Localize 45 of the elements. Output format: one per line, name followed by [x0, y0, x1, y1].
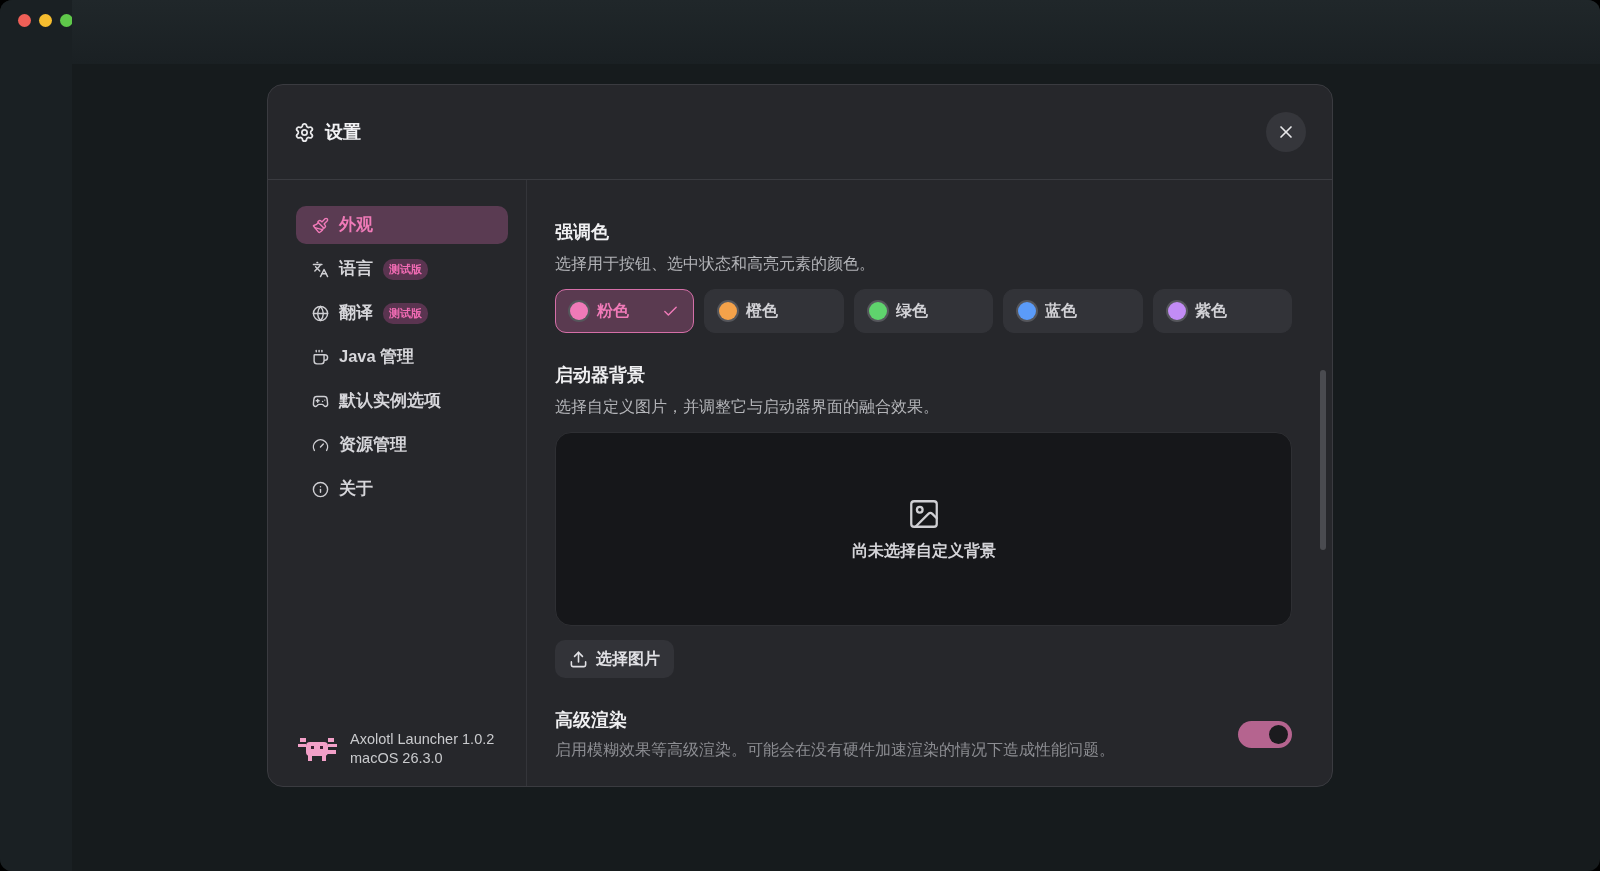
globe-icon [312, 304, 329, 322]
section-description: 选择自定义图片，并调整它与启动器界面的融合效果。 [555, 397, 940, 417]
sidebar-item-label: 语言 [339, 258, 373, 279]
info-icon [312, 480, 329, 498]
gauge-icon [312, 436, 329, 454]
sidebar-item-label: 默认实例选项 [339, 390, 441, 411]
sidebar-item-label: 外观 [339, 214, 373, 235]
sidebar-item[interactable]: 翻译 测试版 [296, 294, 508, 332]
empty-background-text: 尚未选择自定义背景 [851, 540, 996, 561]
beta-badge: 测试版 [383, 258, 428, 280]
section-title: 强调色 [555, 221, 610, 244]
toggle-switch[interactable] [1238, 721, 1292, 748]
beta-badge: 测试版 [383, 302, 428, 324]
sidebar-item[interactable]: 资源管理 [296, 426, 508, 464]
sidebar-item-label: 翻译 [339, 302, 373, 323]
section-title: 高级渲染 [555, 709, 628, 732]
minimize-window-button[interactable] [39, 14, 52, 27]
cup-icon [312, 348, 329, 366]
sidebar-item-label: 关于 [339, 478, 373, 499]
paintbrush-icon [312, 216, 329, 234]
sidebar-item-label: Java 管理 [339, 346, 415, 367]
sidebar-item[interactable]: Java 管理 [296, 338, 508, 376]
close-window-button[interactable] [18, 14, 31, 27]
upload-icon [569, 649, 588, 669]
dialog-title: 设置 [325, 121, 362, 144]
color-option[interactable]: 蓝色 [1003, 289, 1143, 333]
close-button[interactable] [1266, 112, 1306, 152]
section-title: 启动器背景 [555, 364, 646, 387]
sidebar-item[interactable]: 默认实例选项 [296, 382, 508, 420]
color-option[interactable]: 紫色 [1152, 289, 1292, 333]
choose-image-button[interactable]: 选择图片 [555, 640, 674, 678]
color-option[interactable]: 橙色 [704, 289, 844, 333]
sidebar-item[interactable]: 语言 测试版 [296, 250, 508, 288]
color-option[interactable]: 粉色 [555, 289, 695, 333]
sidebar-item[interactable]: 关于 [296, 470, 508, 508]
scrollbar[interactable] [1320, 370, 1326, 550]
section-description: 启用模糊效果等高级渲染。可能会在没有硬件加速渲染的情况下造成性能问题。 [555, 740, 1116, 760]
color-option[interactable]: 绿色 [853, 289, 994, 333]
sidebar-item-label: 资源管理 [339, 434, 407, 455]
translate-icon [312, 260, 329, 278]
app-version: Axolotl Launcher 1.0.2 [350, 731, 495, 747]
section-description: 选择用于按钮、选中状态和高亮元素的颜色。 [555, 254, 876, 274]
settings-icon [294, 121, 315, 143]
os-version: macOS 26.3.0 [350, 750, 444, 766]
sidebar-item[interactable]: 外观 [296, 206, 508, 244]
